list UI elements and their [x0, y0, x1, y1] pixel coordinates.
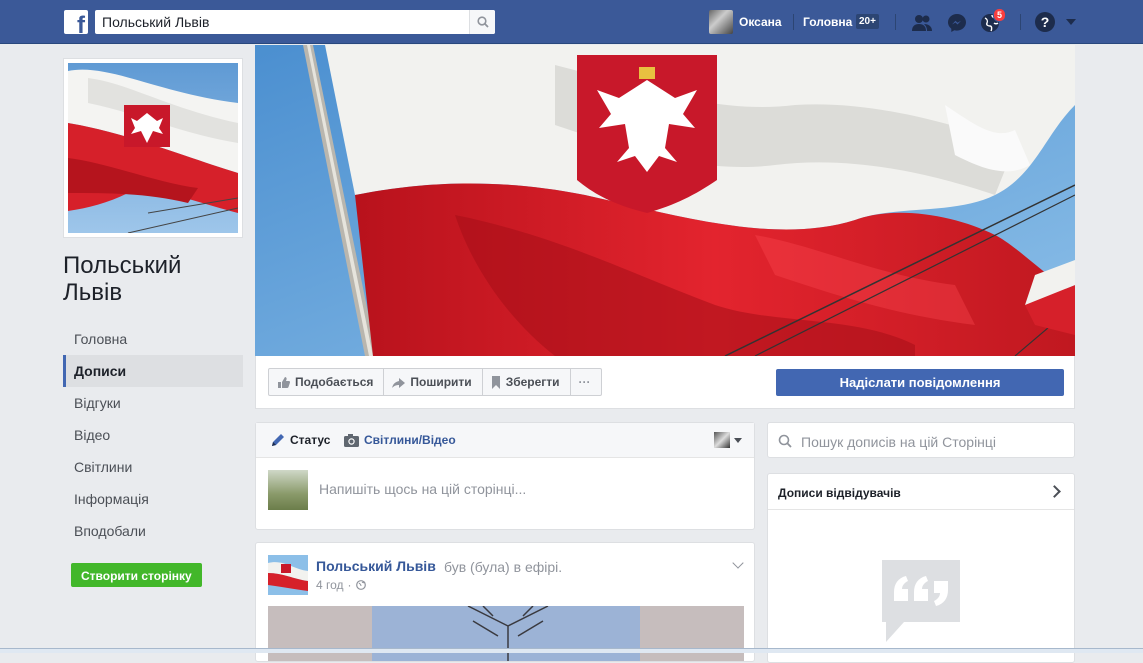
- nav-item-photos[interactable]: Світлини: [63, 451, 243, 483]
- action-button-group: Подобається Поширити Зберегти ···: [268, 368, 602, 396]
- search-icon: [778, 434, 792, 448]
- nav-home-link[interactable]: Головна: [803, 15, 852, 29]
- account-menu-caret-icon[interactable]: [1066, 19, 1076, 25]
- nav-item-videos[interactable]: Відео: [63, 419, 243, 451]
- nav-divider: [793, 14, 794, 30]
- post-options-chevron-icon[interactable]: [732, 557, 744, 569]
- nav-item-reviews[interactable]: Відгуки: [63, 387, 243, 419]
- search-button[interactable]: [469, 10, 495, 34]
- notifications-count-badge: 5: [993, 8, 1007, 22]
- tab-status[interactable]: Статус: [271, 433, 330, 447]
- create-page-button[interactable]: Створити сторінку: [71, 563, 202, 587]
- help-icon[interactable]: ?: [1035, 12, 1055, 32]
- nav-profile-link[interactable]: Оксана: [709, 10, 782, 34]
- page-posts-search-placeholder: Пошук дописів на цій Сторінці: [801, 434, 997, 450]
- page-nav: Головна Дописи Відгуки Відео Світлини Ін…: [63, 323, 243, 547]
- tab-photo-video-label: Світлини/Відео: [364, 433, 456, 447]
- nav-divider: [895, 14, 896, 30]
- user-name: Оксана: [739, 15, 782, 29]
- visitor-posts-title: Дописи відвідувачів: [778, 486, 901, 500]
- more-options-button[interactable]: ···: [571, 369, 601, 395]
- nav-divider: [1020, 14, 1021, 30]
- more-options-icon: ···: [578, 375, 591, 389]
- composer-tabs: Статус Світлини/Відео: [256, 423, 754, 458]
- nav-item-posts[interactable]: Дописи: [63, 355, 243, 387]
- visitor-posts-box: Дописи відвідувачів: [767, 473, 1075, 663]
- friend-requests-icon[interactable]: [911, 12, 933, 34]
- quote-bubble-icon: [882, 560, 960, 642]
- post-action-text: був (була) в ефірі.: [444, 559, 563, 575]
- os-taskbar: [0, 648, 1143, 653]
- save-button[interactable]: Зберегти: [483, 369, 571, 395]
- tab-photo-video[interactable]: Світлини/Відео: [344, 433, 456, 447]
- polish-flag-profile-image: [68, 63, 238, 233]
- public-globe-icon: [355, 580, 366, 590]
- post-meta: 4 год ·: [316, 578, 366, 592]
- nav-item-likes[interactable]: Вподобали: [63, 515, 243, 547]
- search-box: [95, 10, 495, 34]
- search-icon: [477, 16, 489, 28]
- facebook-logo-icon[interactable]: f: [64, 10, 88, 34]
- post-author-link[interactable]: Польський Львів: [316, 558, 436, 574]
- composer-text-input[interactable]: Напишіть щось на цій сторінці...: [319, 481, 526, 497]
- page-posts-search[interactable]: Пошук дописів на цій Сторінці: [767, 422, 1075, 458]
- visitor-posts-header[interactable]: Дописи відвідувачів: [768, 474, 1074, 510]
- share-button[interactable]: Поширити: [384, 369, 483, 395]
- post-video-thumbnail[interactable]: [268, 606, 744, 662]
- messenger-icon[interactable]: [946, 12, 968, 34]
- post-author-avatar[interactable]: [268, 555, 308, 595]
- search-input[interactable]: [95, 10, 465, 34]
- page-profile-picture[interactable]: [63, 58, 243, 238]
- like-button-label: Подобається: [295, 375, 374, 389]
- send-message-button[interactable]: Надіслати повідомлення: [776, 369, 1064, 396]
- feed-post: Польський Львів був (була) в ефірі. 4 го…: [255, 542, 755, 662]
- save-button-label: Зберегти: [505, 375, 560, 389]
- thumbs-up-icon: [278, 376, 290, 388]
- nav-item-about[interactable]: Інформація: [63, 483, 243, 515]
- bookmark-icon: [491, 375, 500, 389]
- page-title: Польський Львів: [63, 252, 182, 306]
- share-button-label: Поширити: [410, 375, 472, 389]
- user-avatar: [709, 10, 733, 34]
- home-count-badge: 20+: [856, 14, 879, 29]
- nav-item-home[interactable]: Головна: [63, 323, 243, 355]
- chevron-right-icon[interactable]: [1048, 485, 1061, 498]
- top-bar: f Оксана Головна 20+ 5 ?: [0, 0, 1143, 44]
- camera-icon: [344, 433, 359, 447]
- pencil-icon: [272, 434, 284, 446]
- cover-photo[interactable]: [255, 45, 1075, 356]
- post-timestamp[interactable]: 4 год: [316, 578, 344, 592]
- like-button[interactable]: Подобається: [269, 369, 385, 395]
- tab-status-label: Статус: [290, 433, 331, 447]
- post-composer: Статус Світлини/Відео Напишіть щось на ц…: [255, 422, 755, 530]
- post-as-caret-icon[interactable]: [734, 438, 742, 443]
- composer-user-avatar: [268, 470, 308, 510]
- post-as-avatar[interactable]: [714, 432, 730, 448]
- post-meta-separator: ·: [347, 578, 352, 592]
- share-arrow-icon: [392, 377, 406, 388]
- polish-flag-cover-image: [255, 45, 1075, 356]
- page-action-bar: Подобається Поширити Зберегти ··· Надісл…: [255, 356, 1075, 409]
